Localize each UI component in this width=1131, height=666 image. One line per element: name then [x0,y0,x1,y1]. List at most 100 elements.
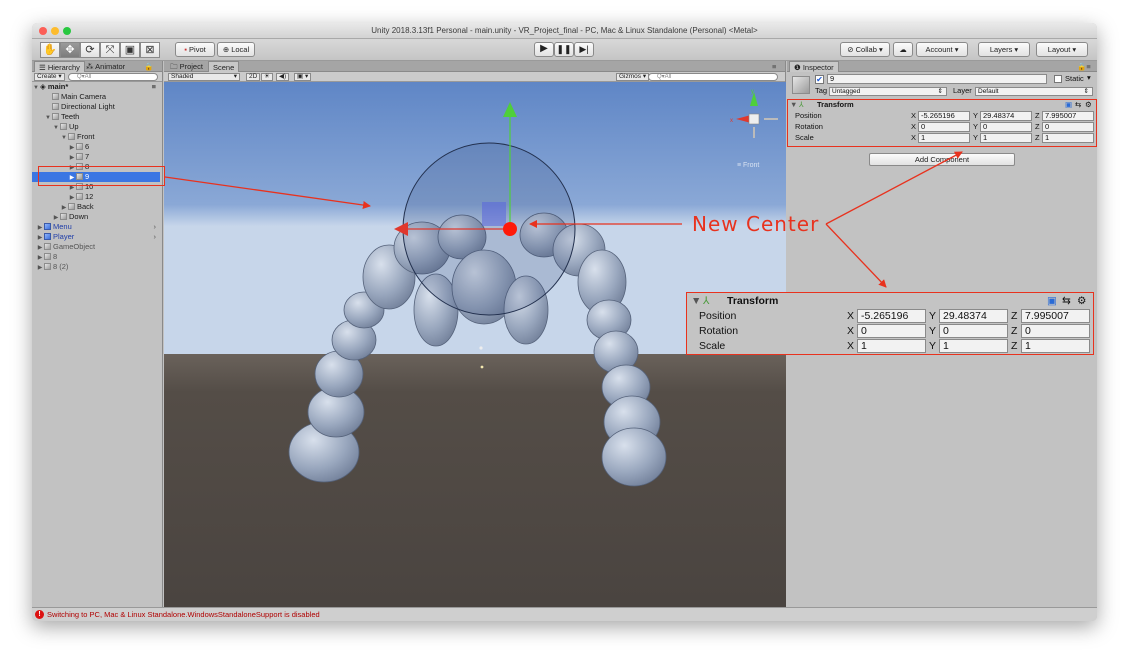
tab-project[interactable]: 🗀 Project [166,61,207,72]
panel-menu-icon[interactable]: ≡ [768,61,780,72]
tab-inspector-label: Inspector [802,63,834,72]
gameobject-icon [76,153,83,160]
hierarchy-item-teeth[interactable]: ▼ Teeth [32,112,160,122]
status-message[interactable]: Switching to PC, Mac & Linux Standalone.… [47,610,320,619]
scene-menu-icon[interactable]: ≡ [152,82,156,92]
hierarchy-item-label: Directional Light [61,102,115,111]
tab-scene[interactable]: Scene [208,61,240,72]
prefab-open-arrow-icon[interactable]: › [154,232,157,242]
lighting-toggle-icon[interactable]: ☀ [261,73,273,81]
add-component-button[interactable]: Add Component [869,153,1015,166]
rotate-tool-icon[interactable]: ⟳ [80,42,100,58]
shading-mode-label: Shaded [171,73,194,80]
xy-plane-handle[interactable] [482,202,506,226]
cloud-icon: ☁ [899,45,907,54]
scale-z-field: 1 [1021,339,1090,353]
audio-toggle-icon[interactable]: ◀) [276,73,290,81]
view-orientation-label[interactable]: ≡ Front [737,162,759,169]
hierarchy-item-menu[interactable]: ▶ Menu › [32,222,160,232]
hierarchy-item-front[interactable]: ▼ Front [32,132,160,142]
globe-icon: ⊕ [222,45,230,54]
collab-label: Collab ▾ [855,45,883,54]
hierarchy-item-down[interactable]: ▶ Down [32,212,160,222]
transform-icon: ⅄ [703,295,710,307]
effects-toggle-icon[interactable]: ▣ ▾ [294,73,312,81]
pause-button[interactable]: ❚❚ [554,42,574,57]
axis-x-label: X [847,310,855,322]
account-dropdown[interactable]: Account ▾ [916,42,968,57]
prefab-open-arrow-icon[interactable]: › [154,222,157,232]
gameobject-icon [76,143,83,150]
account-label: Account [925,45,953,54]
unity-scene-icon: ◈ [40,82,46,91]
hierarchy-item-12[interactable]: ▶ 12 [32,192,160,202]
close-window-button[interactable] [39,27,47,35]
lock-icon[interactable]: 🔒 [140,61,157,72]
error-icon: ! [35,610,44,619]
hierarchy-item-8-root[interactable]: ▶ 8 [32,252,160,262]
shading-mode-dropdown[interactable]: Shaded ▾ [168,73,240,81]
static-checkbox[interactable] [1054,75,1062,83]
light-gizmo-dot [479,346,483,350]
toggle-2d-button[interactable]: 2D [246,73,261,81]
scale-tool-icon[interactable]: ⤧ [100,42,120,58]
tab-hierarchy[interactable]: ☰ Hierarchy [34,61,85,72]
static-dropdown-icon[interactable]: ▾ [1087,73,1091,83]
hierarchy-item-gameobject[interactable]: ▶ GameObject [32,242,160,252]
active-checkbox[interactable]: ✔ [815,75,824,84]
static-label: Static [1065,74,1084,83]
object-name-input[interactable]: 9 [827,74,1047,84]
gizmos-dropdown[interactable]: Gizmos ▾ [616,73,650,81]
prefab-icon [44,233,51,240]
hand-tool-icon[interactable]: ✋ [40,42,60,58]
tab-animator[interactable]: ⁂ Animator [82,61,129,72]
hierarchy-item-up[interactable]: ▼ Up [32,122,160,132]
minimize-window-button[interactable] [51,27,59,35]
transform-tool-icon[interactable]: ⊠ [140,42,160,58]
tab-scene-label: Scene [213,63,235,72]
collapse-arrow-icon: ▶ [37,265,43,271]
axis-z-label: Z [1011,310,1018,322]
component-foldout-icon: ▼ [691,295,702,307]
inspector-tabstrip: ❶ Inspector 🔒≡ [787,61,1097,72]
hierarchy-item-directional-light[interactable]: Directional Light [32,102,160,112]
hierarchy-subbar: Create ▾ Q▾All [32,72,162,82]
scene-root-row[interactable]: ▼◈ main* ≡ [32,82,160,92]
maximize-window-button[interactable] [63,27,71,35]
layers-dropdown[interactable]: Layers ▾ [978,42,1030,57]
tab-inspector[interactable]: ❶ Inspector [789,61,839,72]
hierarchy-item-6[interactable]: ▶ 6 [32,142,160,152]
collab-icon: ⊘ [847,45,854,54]
tag-dropdown[interactable]: Untagged ⇕ [829,87,947,96]
cloud-button[interactable]: ☁ [893,42,913,57]
local-toggle-button[interactable]: ⊕ Local [217,42,255,57]
collab-button[interactable]: ⊘ Collab ▾ [840,42,890,57]
hierarchy-item-player[interactable]: ▶ Player › [32,232,160,242]
gameobject-icon [52,93,59,100]
step-button[interactable]: ▶| [574,42,594,57]
play-button[interactable]: ▶ [534,42,554,57]
move-tool-icon[interactable]: ✥ [60,42,80,58]
hierarchy-item-8-2[interactable]: ▶ 8 (2) [32,262,160,272]
layer-value: Default [978,88,999,95]
scene-search-input[interactable]: Q▾All [648,73,778,81]
gameobject-icon [52,113,59,120]
rect-tool-icon[interactable]: ▣ [120,42,140,58]
animator-icon: ⁂ [86,62,96,71]
hierarchy-item-back[interactable]: ▶ Back [32,202,160,212]
inspector-lock-icon[interactable]: 🔒≡ [1073,61,1095,72]
layers-label: Layers [989,45,1013,54]
hierarchy-search-input[interactable]: Q▾All [68,73,158,81]
pivot-icon: ▪ [184,45,187,54]
scale-label: Scale [699,340,726,352]
position-z-field: 7.995007 [1021,309,1090,323]
layer-dropdown[interactable]: Default ⇕ [975,87,1093,96]
pivot-toggle-button[interactable]: ▪ Pivot [175,42,215,57]
hierarchy-item-7[interactable]: ▶ 7 [32,152,160,162]
hierarchy-item-label: GameObject [53,242,96,251]
create-dropdown[interactable]: Create ▾ [34,73,65,81]
hierarchy-item-main-camera[interactable]: Main Camera [32,92,160,102]
layout-dropdown[interactable]: Layout ▾ [1036,42,1088,57]
gameobject-icon [44,263,51,270]
gameobject-icon [60,213,67,220]
